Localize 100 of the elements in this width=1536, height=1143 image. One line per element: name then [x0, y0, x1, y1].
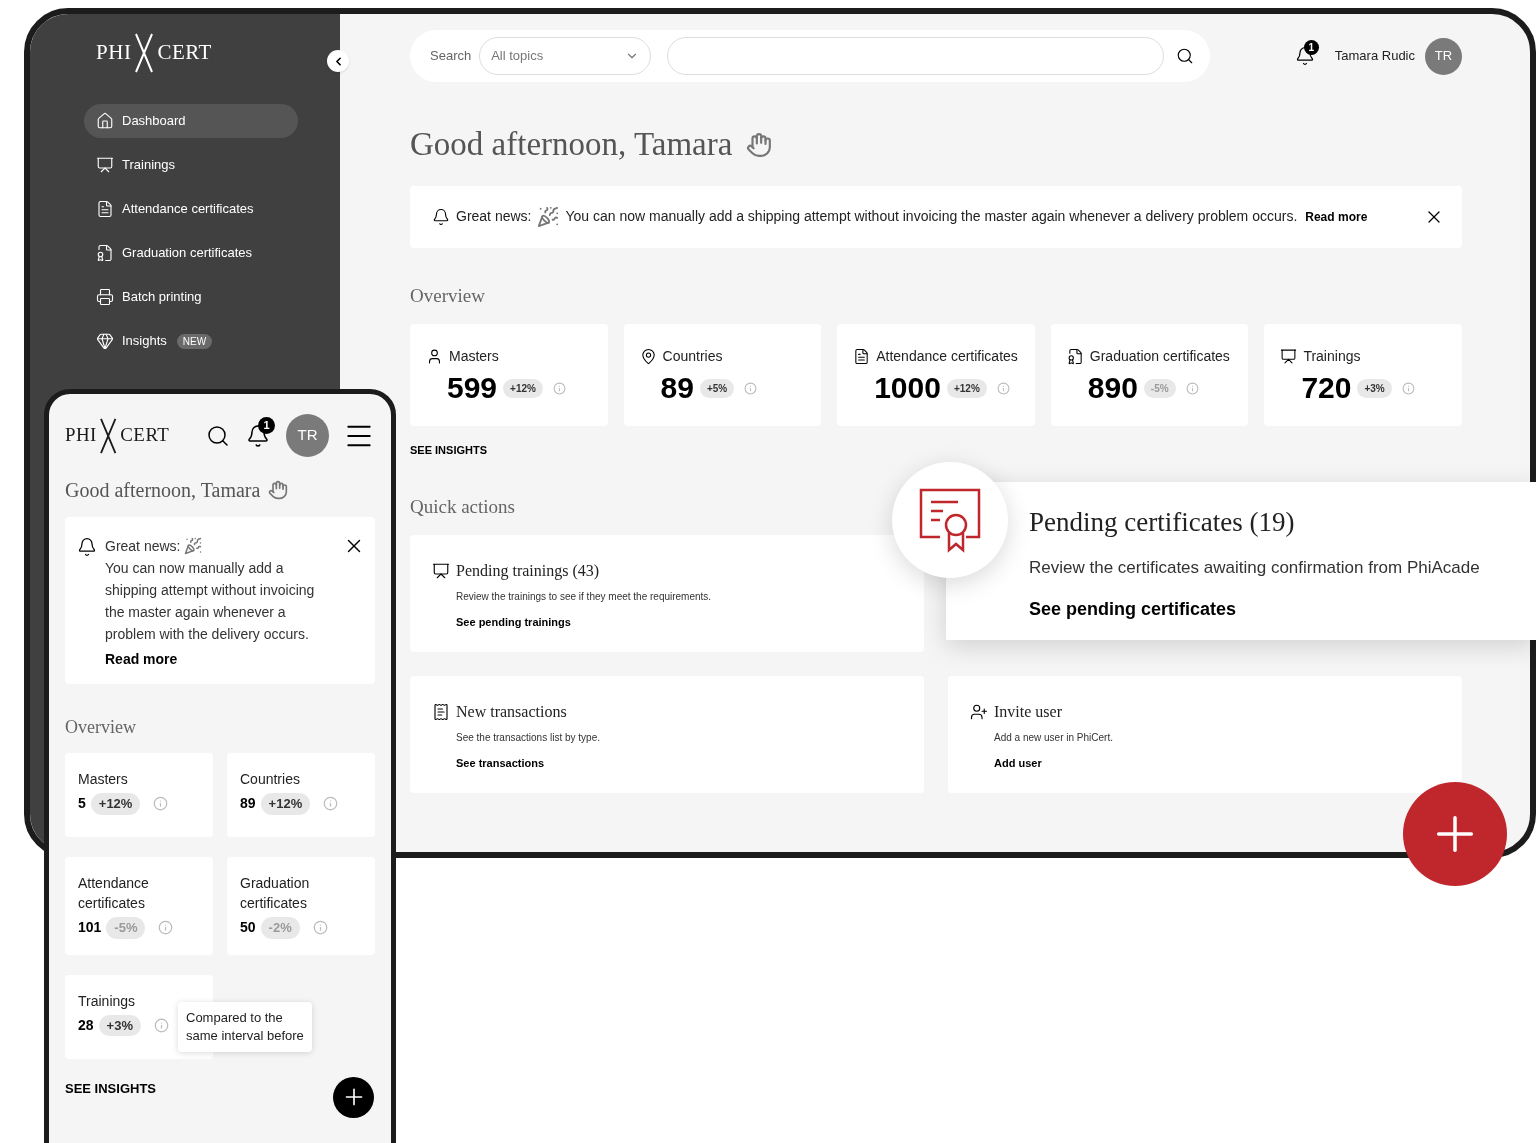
- banner-text: You can now manually add a shipping attempt without invoicing the master again whenever a problem with the delivery occurs.: [105, 559, 316, 644]
- action-title: New transactions: [456, 702, 567, 722]
- info-icon[interactable]: [158, 920, 174, 936]
- avatar[interactable]: TR: [1425, 37, 1462, 75]
- stat-label: Countries: [662, 347, 723, 366]
- document-icon: [96, 200, 114, 218]
- action-title: Pending trainings (43): [456, 561, 600, 582]
- sidebar-item[interactable]: Dashboard: [84, 104, 298, 138]
- stat-value: 5: [78, 794, 86, 814]
- sidebar-item[interactable]: Attendance certificates: [84, 192, 298, 226]
- action-title: Invite user: [994, 702, 1062, 722]
- notification-badge: 1: [1303, 40, 1319, 55]
- change-badge: +12%: [90, 793, 141, 815]
- change-badge: +12%: [503, 378, 543, 398]
- greeting-heading: Good afternoon, Tamara: [65, 478, 261, 503]
- info-icon[interactable]: [996, 381, 1010, 395]
- presentation-board-icon: [432, 562, 450, 580]
- change-badge: -5%: [1143, 378, 1176, 398]
- search-icon[interactable]: [206, 423, 230, 448]
- gem-icon: [96, 332, 114, 350]
- logo-text: CERT: [157, 39, 212, 67]
- banner-text: You can now manually add a shipping attempt without invoicing the master again whenever a delivery problem occurs.: [565, 207, 1298, 226]
- action-link[interactable]: See transactions: [456, 755, 545, 772]
- map-pin-icon: [639, 348, 657, 365]
- certificate-icon: [96, 244, 114, 262]
- banner-lead: Great news:: [105, 537, 181, 556]
- logo-cross-icon: [98, 416, 119, 455]
- read-more-link[interactable]: Read more: [105, 649, 178, 670]
- pending-link[interactable]: See pending certificates: [1029, 596, 1237, 623]
- add-button[interactable]: [333, 1076, 374, 1118]
- info-icon[interactable]: [744, 381, 758, 395]
- change-badge: -5%: [106, 917, 146, 939]
- stat-value: 599: [447, 373, 498, 403]
- logo-cross-icon: [133, 32, 156, 74]
- change-badge: +3%: [1357, 378, 1392, 398]
- stat-value: 720: [1301, 373, 1352, 403]
- see-insights-link[interactable]: SEE INSIGHTS: [65, 1078, 157, 1098]
- stat-value: 89: [240, 794, 256, 814]
- info-icon[interactable]: [1401, 381, 1415, 395]
- info-icon[interactable]: [153, 1017, 169, 1033]
- section-heading: Overview: [65, 716, 137, 739]
- info-icon[interactable]: [552, 381, 566, 395]
- bell-icon[interactable]: [246, 423, 270, 448]
- action-link[interactable]: See pending trainings: [456, 614, 571, 631]
- user-icon: [426, 348, 443, 365]
- section-heading: Overview: [410, 283, 486, 308]
- avatar[interactable]: TR: [286, 414, 329, 457]
- stat-value: 101: [78, 918, 102, 938]
- stat-label: Trainings: [78, 991, 137, 1011]
- change-badge: +12%: [260, 793, 311, 815]
- see-insights-link[interactable]: SEE INSIGHTS: [410, 442, 1462, 459]
- collapse-button[interactable]: [327, 50, 349, 72]
- stat-label: Graduation certificates: [1089, 347, 1230, 366]
- action-description: See the transactions list by type.: [455, 731, 601, 745]
- bell-icon: [77, 537, 97, 557]
- greeting-heading: Good afternoon, Tamara: [410, 125, 733, 164]
- notification-badge: 1: [258, 416, 275, 434]
- search-field[interactable]: [667, 37, 1164, 75]
- presentation-board-icon: [96, 156, 114, 174]
- presentation-board-icon: [1280, 348, 1298, 365]
- sidebar-item[interactable]: Trainings: [84, 148, 298, 182]
- user-name: Tamara Rudic: [1334, 47, 1415, 66]
- stat-value: 50: [240, 918, 256, 938]
- sidebar-item[interactable]: Batch printing: [84, 280, 298, 314]
- stat-value: 1000: [874, 373, 941, 403]
- stat-label: Countries: [240, 770, 301, 789]
- info-icon[interactable]: [323, 796, 339, 812]
- certificate-icon: [1066, 348, 1084, 365]
- logo-text: PHI: [65, 423, 97, 448]
- stat-value: 28: [78, 1015, 94, 1035]
- stat-label: Trainings: [1303, 347, 1361, 366]
- stat-value: 890: [1087, 373, 1138, 403]
- info-icon[interactable]: [153, 796, 169, 812]
- receipt-icon: [432, 703, 450, 721]
- stat-label: Attendance certificates: [876, 347, 1018, 366]
- stat-label: Masters: [78, 770, 129, 789]
- bell-icon: [432, 207, 450, 226]
- action-link[interactable]: Add user: [994, 755, 1042, 772]
- sidebar-item[interactable]: Insights NEW: [84, 324, 298, 358]
- waving-hand-icon: [268, 480, 289, 500]
- home-icon: [96, 112, 114, 130]
- action-description: Review the trainings to see if they meet the requirements.: [455, 590, 713, 604]
- sidebar-item[interactable]: Graduation certificates: [84, 236, 298, 270]
- banner-lead: Great news:: [456, 207, 532, 226]
- user-plus-icon: [970, 703, 988, 721]
- info-icon[interactable]: [312, 920, 328, 936]
- waving-hand-icon: [746, 131, 773, 158]
- search-icon[interactable]: [1176, 47, 1194, 65]
- read-more-link[interactable]: Read more: [1305, 207, 1368, 226]
- party-popper-icon: [537, 205, 560, 228]
- printer-icon: [96, 288, 114, 306]
- certificate-icon: [918, 487, 982, 553]
- section-heading: Quick actions: [410, 494, 516, 519]
- info-icon[interactable]: [1185, 381, 1199, 395]
- tooltip: Compared to the same interval before: [178, 1001, 312, 1052]
- stat-value: 89: [660, 373, 694, 403]
- action-description: Add a new user in PhiCert.: [993, 731, 1114, 745]
- change-badge: +12%: [946, 378, 987, 398]
- change-badge: +5%: [699, 378, 735, 398]
- document-icon: [853, 348, 871, 365]
